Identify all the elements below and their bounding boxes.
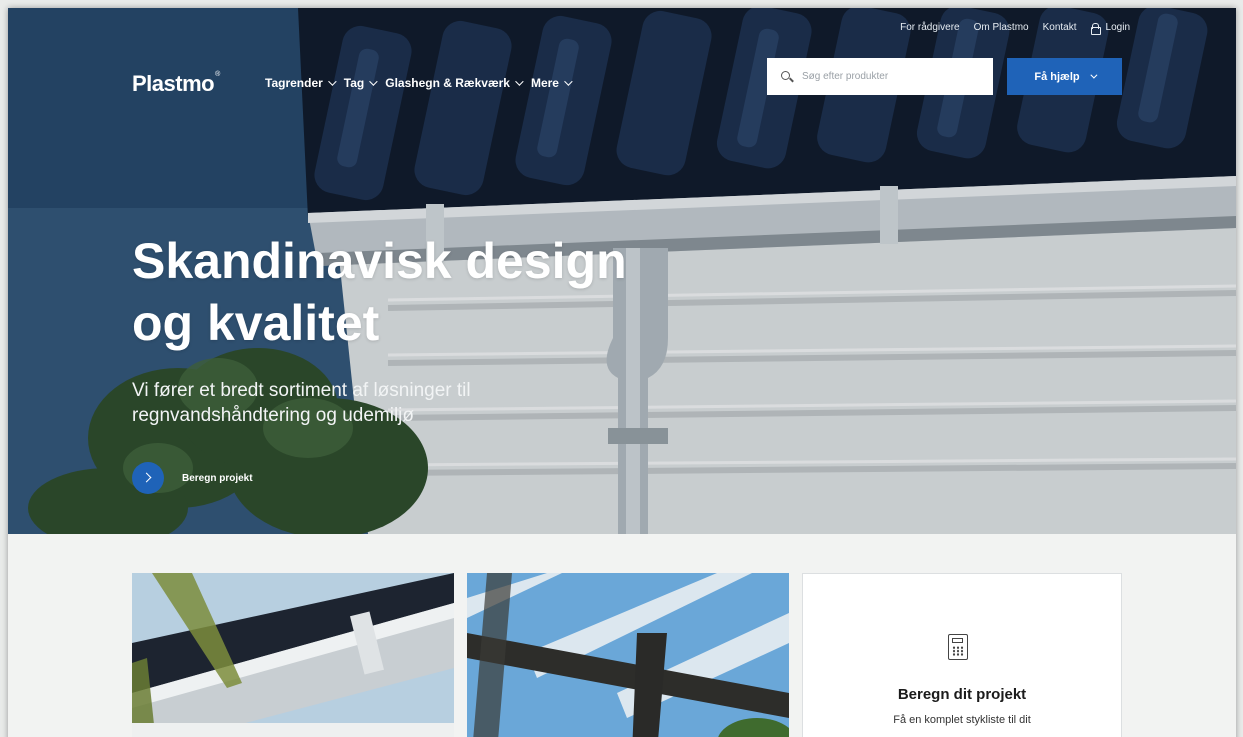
calculator-card[interactable]: Beregn dit projekt Få en komplet styklis… <box>802 573 1122 737</box>
chevron-down-icon <box>515 77 524 86</box>
pergola-photo <box>467 573 789 737</box>
nav-item-tagrender[interactable]: Tagrender <box>265 76 337 90</box>
logo-text: Plastmo <box>132 71 215 96</box>
lock-icon <box>1090 22 1101 35</box>
nav-label: Glashegn & Rækværk <box>385 76 510 90</box>
chevron-right-icon <box>132 462 164 494</box>
chevron-down-icon <box>1089 71 1098 79</box>
nav-label: Mere <box>530 76 559 90</box>
registered-mark: ® <box>215 71 220 78</box>
main-nav: Tagrender Tag Glashegn & Rækværk Mere <box>265 76 573 90</box>
pergola-category-card[interactable] <box>467 573 789 737</box>
link-contact[interactable]: Kontakt <box>1043 22 1077 33</box>
nav-label: Tag <box>343 76 365 90</box>
gutter-category-card[interactable] <box>132 573 454 737</box>
calculator-icon <box>948 634 968 660</box>
search-input[interactable] <box>802 71 972 82</box>
chevron-down-icon <box>369 77 378 86</box>
hero-subtitle: Vi fører et bredt sortiment af løsninger… <box>132 378 602 428</box>
plastmo-logo[interactable]: Plastmo® <box>132 71 220 97</box>
browser-page: For rådgivere Om Plastmo Kontakt Login P… <box>8 8 1236 737</box>
search-icon[interactable] <box>781 70 793 83</box>
calculator-card-title: Beregn dit projekt <box>897 686 1027 703</box>
nav-item-mere[interactable]: Mere <box>530 76 573 90</box>
hero-title: Skandinavisk design og kvalitet <box>132 230 772 354</box>
login-link[interactable]: Login <box>1090 22 1130 35</box>
hero-subtitle-line-2: regnvandshåndtering og udemiljø <box>132 405 415 426</box>
nav-item-tag[interactable]: Tag <box>343 76 378 90</box>
hero-subtitle-line-1: Vi fører et bredt sortiment af løsninger… <box>132 380 471 401</box>
link-advisors[interactable]: For rådgivere <box>900 22 959 33</box>
link-about[interactable]: Om Plastmo <box>974 22 1029 33</box>
login-label: Login <box>1105 22 1130 33</box>
nav-label: Tagrender <box>265 76 323 90</box>
utility-nav: For rådgivere Om Plastmo Kontakt Login <box>900 22 1130 35</box>
help-label: Få hjælp <box>1034 70 1080 83</box>
calculator-card-text: Få en komplet stykliste til dit <box>893 714 1031 726</box>
help-button[interactable]: Få hjælp <box>1007 58 1122 95</box>
search-box <box>767 58 993 95</box>
gutter-photo <box>132 573 454 737</box>
calculate-project-button[interactable]: Beregn projekt <box>132 462 253 494</box>
hero-banner: For rådgivere Om Plastmo Kontakt Login P… <box>8 8 1236 534</box>
hero-title-line-1: Skandinavisk design <box>132 233 627 289</box>
nav-item-glashegn[interactable]: Glashegn & Rækværk <box>385 76 524 90</box>
hero-title-line-2: og kvalitet <box>132 295 380 351</box>
cta-label: Beregn projekt <box>182 472 253 484</box>
chevron-down-icon <box>327 77 337 86</box>
